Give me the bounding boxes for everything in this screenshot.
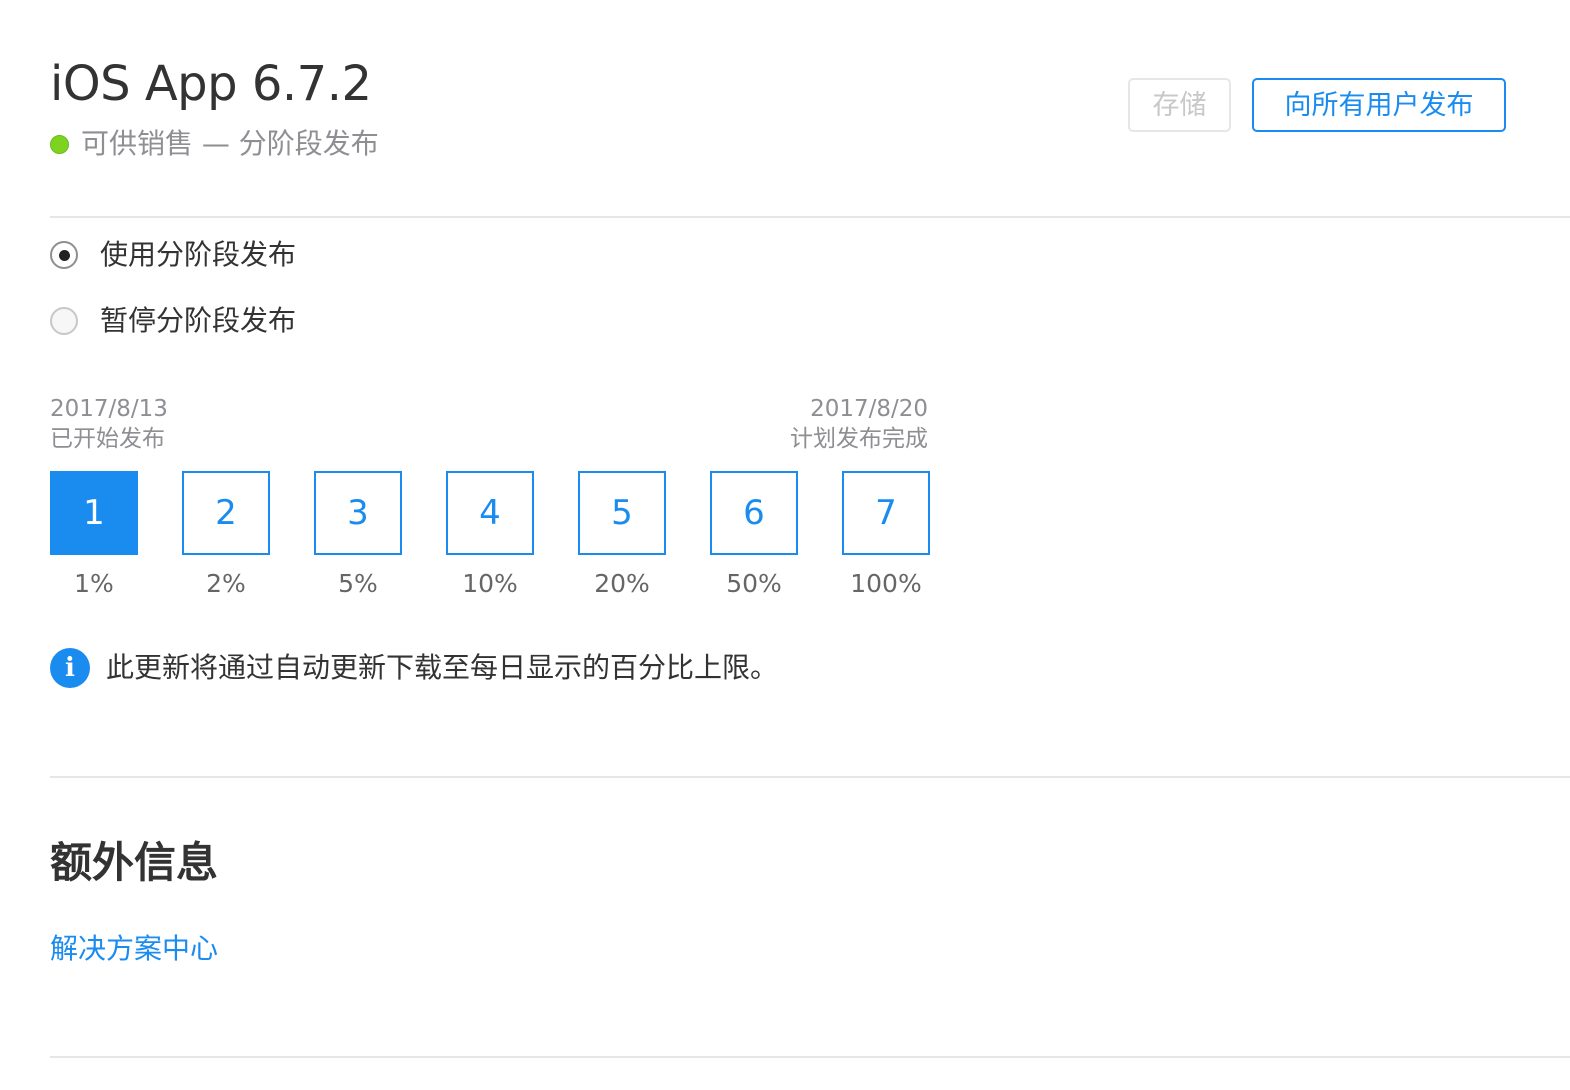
radio-label: 使用分阶段发布 — [100, 238, 297, 271]
end-label: 计划发布完成 — [790, 426, 928, 452]
phase-item: 5 20% — [578, 471, 666, 599]
phase-item: 7 100% — [842, 471, 930, 599]
phase-percent: 100% — [850, 569, 922, 598]
phase-day-box[interactable]: 5 — [578, 471, 666, 555]
additional-info-title: 额外信息 — [50, 838, 219, 887]
phase-item: 2 2% — [182, 471, 270, 599]
timeline-start: 2017/8/13 已开始发布 — [50, 394, 168, 454]
solution-center-link[interactable]: 解决方案中心 — [50, 930, 218, 968]
phase-day-box[interactable]: 7 — [842, 471, 930, 555]
phase-item: 6 50% — [710, 471, 798, 599]
phase-item: 3 5% — [314, 471, 402, 599]
info-message: i 此更新将通过自动更新下载至每日显示的百分比上限。 — [50, 648, 778, 688]
page-title: iOS App 6.7.2 — [50, 56, 372, 112]
phase-day-box[interactable]: 4 — [446, 471, 534, 555]
status-indicator-dot — [50, 134, 69, 154]
phase-percent: 10% — [462, 569, 518, 598]
radio-use-phased-release[interactable]: 使用分阶段发布 — [50, 235, 296, 275]
phase-percent: 20% — [594, 569, 650, 598]
start-label: 已开始发布 — [50, 426, 165, 452]
status-text: 可供销售 — 分阶段发布 — [81, 127, 379, 160]
release-to-all-users-button[interactable]: 向所有用户发布 — [1252, 78, 1506, 132]
phase-percent: 1% — [74, 569, 114, 598]
radio-label: 暂停分阶段发布 — [100, 304, 297, 337]
start-date: 2017/8/13 — [50, 396, 168, 422]
info-icon: i — [50, 648, 90, 688]
header-divider — [50, 216, 1570, 218]
phase-day-box[interactable]: 1 — [50, 471, 138, 555]
phase-item: 4 10% — [446, 471, 534, 599]
phase-item: 1 1% — [50, 471, 138, 599]
footer-divider — [50, 1056, 1570, 1058]
section-divider — [50, 776, 1570, 778]
phase-day-box[interactable]: 6 — [710, 471, 798, 555]
phase-percent: 2% — [206, 569, 246, 598]
save-button[interactable]: 存储 — [1128, 78, 1231, 132]
radio-button-unchecked[interactable] — [50, 307, 78, 335]
end-date: 2017/8/20 — [810, 396, 928, 422]
phase-percent: 50% — [726, 569, 782, 598]
phase-percent: 5% — [338, 569, 378, 598]
timeline-end: 2017/8/20 计划发布完成 — [728, 394, 928, 454]
phase-list: 1 1% 2 2% 3 5% 4 10% 5 20% 6 50% 7 100% — [50, 471, 930, 606]
phase-day-box[interactable]: 3 — [314, 471, 402, 555]
phase-day-box[interactable]: 2 — [182, 471, 270, 555]
info-text: 此更新将通过自动更新下载至每日显示的百分比上限。 — [106, 651, 779, 684]
radio-button-checked[interactable] — [50, 241, 78, 269]
status-line: 可供销售 — 分阶段发布 — [50, 126, 379, 162]
radio-pause-phased-release[interactable]: 暂停分阶段发布 — [50, 301, 296, 341]
